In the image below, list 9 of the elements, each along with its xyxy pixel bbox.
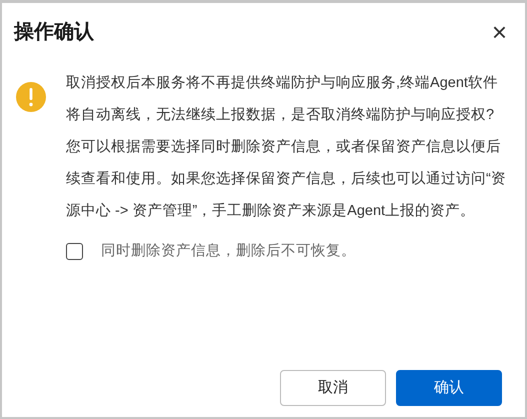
message-paragraph: 您可以根据需要选择同时删除资产信息，或者保留资产信息以便后续查看和使用。如果您选择保留资产信息，后续也可以通过访问“资源中心 -> 资产管理”，手工删除资产来源是Agent上报的资产。 — [66, 138, 506, 221]
checkbox-label: 同时删除资产信息，删除后不可恢复。 — [101, 242, 356, 261]
cancel-button[interactable]: 取消 — [280, 370, 386, 406]
checkbox[interactable] — [66, 243, 83, 260]
close-button[interactable]: × — [488, 19, 511, 45]
dialog-title: 操作确认 — [14, 22, 94, 42]
warning-icon — [15, 81, 47, 113]
message-paragraph: 取消授权后本服务将不再提供终端防护与响应服务,终端Agent软件将自动离线，无法继续上报数据，是否取消终端防护与响应授权? — [66, 74, 499, 125]
confirm-button[interactable]: 确认 — [396, 370, 502, 406]
